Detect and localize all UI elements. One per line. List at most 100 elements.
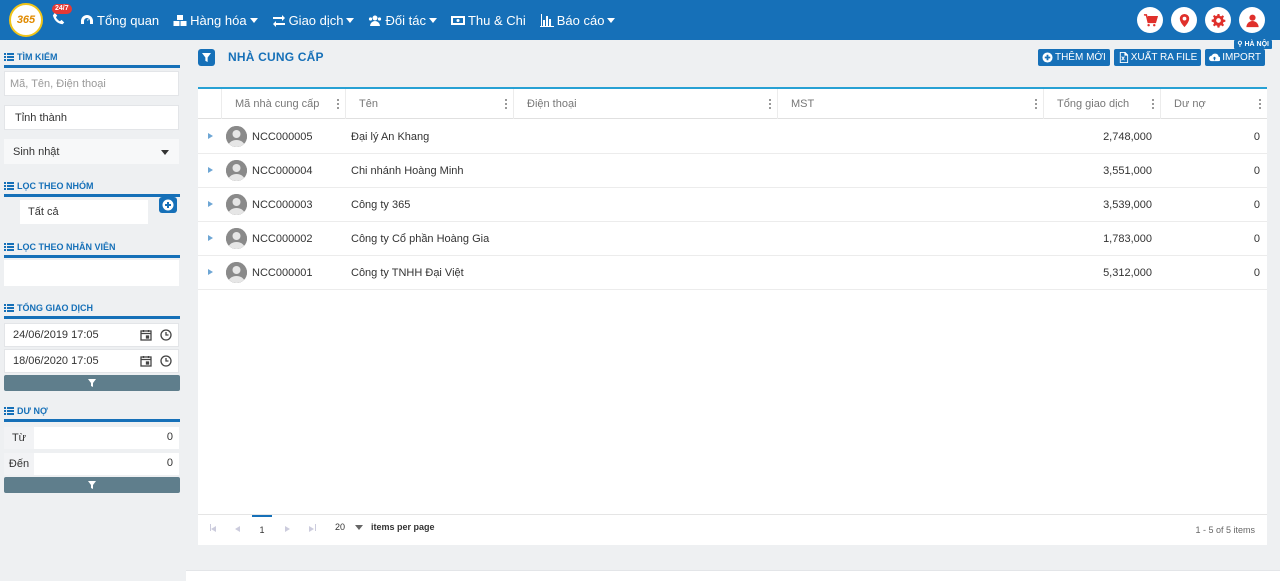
column-menu-icon[interactable] [1035, 99, 1037, 109]
plus-circle-icon [162, 199, 174, 211]
export-file-button[interactable]: XUẤT RA FILE [1113, 49, 1202, 66]
gear-icon [1211, 13, 1225, 28]
supplier-name: Công ty 365 [351, 199, 411, 211]
debt-from-label: Từ [4, 427, 34, 449]
group-section-title: LỌC THEO NHÓM [4, 181, 180, 197]
filter-icon [88, 481, 96, 489]
current-page[interactable]: 1 [252, 515, 272, 545]
supplier-total: 2,748,000 [1103, 131, 1152, 143]
table-row[interactable]: NCC000001 Công ty TNHH Đại Việt 5,312,000 0 [198, 256, 1267, 290]
table-row[interactable]: NCC000005 Đại lý An Khang 2,748,000 0 [198, 120, 1267, 154]
add-new-button[interactable]: THÊM MỚI [1037, 49, 1110, 66]
import-button[interactable]: IMPORT [1205, 49, 1265, 66]
supplier-debt: 0 [1253, 165, 1260, 177]
nav-item-doi-tac[interactable]: Đối tác [368, 0, 437, 40]
clock-icon[interactable] [160, 329, 172, 341]
logo[interactable]: 365 [9, 3, 43, 37]
column-menu-icon[interactable] [1152, 99, 1154, 109]
avatar [226, 228, 247, 249]
column-header-code[interactable]: Mã nhà cung cấp [221, 89, 345, 119]
bar-chart-icon [539, 13, 554, 27]
cart-button[interactable] [1137, 7, 1163, 33]
calendar-icon[interactable] [140, 355, 152, 367]
user-button[interactable] [1239, 7, 1265, 33]
list-icon [4, 243, 14, 251]
from-date-input[interactable]: 24/06/2019 17:05 [4, 323, 179, 347]
filter-icon [88, 379, 96, 387]
hotline-badge: 24/7 [52, 4, 72, 14]
list-icon [4, 407, 14, 415]
table-row[interactable]: NCC000002 Công ty Cổ phần Hoàng Gia 1,783,… [198, 222, 1267, 256]
expand-row-icon[interactable] [208, 133, 213, 139]
first-page-arrow-icon[interactable] [211, 526, 216, 532]
expand-row-icon[interactable] [208, 235, 213, 241]
location-button[interactable] [1171, 7, 1197, 33]
debt-filter-button[interactable] [4, 477, 180, 493]
expand-row-icon[interactable] [208, 269, 213, 275]
column-header-tax[interactable]: MST [777, 89, 1043, 119]
filter-icon [202, 52, 211, 62]
region-badge[interactable]: ⚲ HÀ NỘI [1234, 40, 1272, 49]
grid-header: Mã nhà cung cấp Tên Điện thoại MST Tổng … [198, 89, 1267, 119]
chevron-down-icon [346, 17, 355, 23]
supplier-name: Công ty TNHH Đại Việt [351, 267, 464, 279]
next-page-icon[interactable] [285, 526, 290, 532]
chevron-down-icon[interactable] [355, 525, 363, 530]
birthday-select[interactable]: Sinh nhật [4, 139, 179, 164]
debt-to-input[interactable]: Đến 0 [4, 453, 179, 475]
to-date-input[interactable]: 18/06/2020 17:05 [4, 349, 179, 373]
prev-page-icon[interactable] [235, 526, 240, 532]
avatar [226, 126, 247, 147]
column-header-phone[interactable]: Điện thoại [513, 89, 777, 119]
nav-item-hang-hoa[interactable]: Hàng hóa [173, 0, 258, 40]
table-row[interactable]: NCC000004 Chi nhánh Hoàng Minh 3,551,000 0 [198, 154, 1267, 188]
table-row[interactable]: NCC000003 Công ty 365 3,539,000 0 [198, 188, 1267, 222]
province-select[interactable]: Tỉnh thành [4, 105, 179, 130]
total-filter-button[interactable] [4, 375, 180, 391]
add-group-button[interactable] [159, 197, 177, 213]
page-size-select[interactable]: 20 [335, 522, 345, 532]
chevron-down-icon [161, 150, 169, 155]
group-item-all[interactable]: Tất cả [20, 200, 148, 224]
expand-row-icon[interactable] [208, 167, 213, 173]
supplier-debt: 0 [1253, 199, 1260, 211]
expand-row-icon[interactable] [208, 201, 213, 207]
supplier-debt: 0 [1253, 233, 1260, 245]
calendar-icon[interactable] [140, 329, 152, 341]
supplier-code: NCC000004 [252, 165, 313, 177]
last-page-icon[interactable] [315, 524, 316, 531]
last-page-arrow-icon[interactable] [309, 526, 314, 532]
column-menu-icon[interactable] [337, 99, 339, 109]
expand-column-header [198, 89, 221, 119]
list-icon [4, 182, 14, 190]
avatar [226, 262, 247, 283]
chevron-down-icon [428, 17, 437, 23]
items-per-page-label: items per page [371, 522, 435, 532]
plus-circle-icon [1042, 52, 1053, 63]
column-header-name[interactable]: Tên [345, 89, 513, 119]
top-right-actions [1129, 7, 1265, 33]
nav-item-giao-dich[interactable]: Giao dịch [272, 0, 355, 40]
chevron-down-icon [607, 17, 616, 23]
nav-label: Giao dịch [288, 12, 344, 28]
nav-item-thu-chi[interactable]: Thu & Chi [450, 0, 526, 40]
debt-from-input[interactable]: Từ 0 [4, 427, 179, 449]
list-icon [4, 53, 14, 61]
nav-item-tong-quan[interactable]: Tổng quan [80, 0, 159, 40]
toggle-filter-button[interactable] [198, 48, 215, 66]
column-header-debt[interactable]: Dư nợ [1160, 89, 1267, 119]
clock-icon[interactable] [160, 355, 172, 367]
column-menu-icon[interactable] [505, 99, 507, 109]
supplier-total: 3,539,000 [1103, 199, 1152, 211]
exchange-icon [272, 14, 285, 27]
page-actions: THÊM MỚI XUẤT RA FILE IMPORT [1034, 49, 1265, 66]
search-input[interactable]: Mã, Tên, Điện thoại [4, 71, 179, 96]
staff-select[interactable] [4, 260, 179, 286]
nav-item-bao-cao[interactable]: Báo cáo [539, 0, 616, 40]
column-menu-icon[interactable] [769, 99, 771, 109]
supplier-code: NCC000002 [252, 233, 313, 245]
settings-button[interactable] [1205, 7, 1231, 33]
staff-section-title: LỌC THEO NHÂN VIÊN [4, 242, 180, 258]
column-menu-icon[interactable] [1259, 99, 1261, 109]
column-header-total[interactable]: Tổng giao dịch [1043, 89, 1160, 119]
